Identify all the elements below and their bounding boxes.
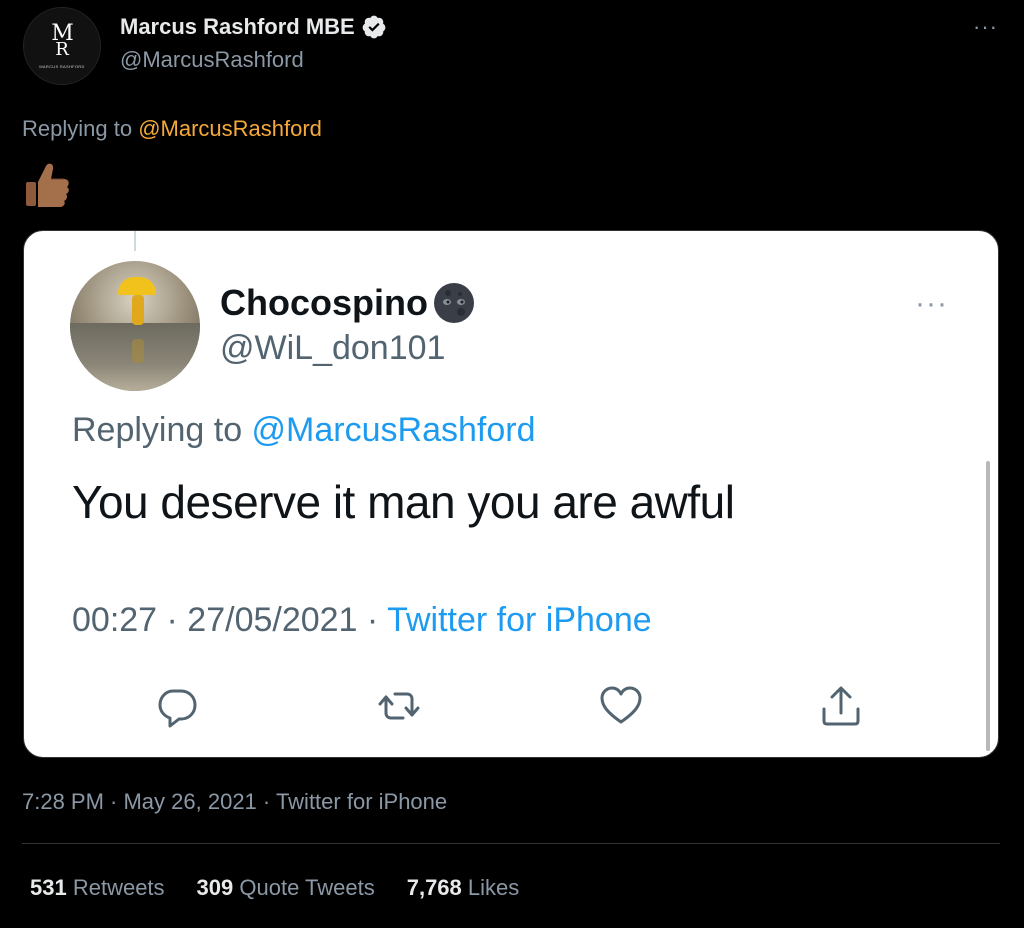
avatar-umbrella <box>118 277 156 295</box>
share-icon <box>822 686 860 726</box>
author-display-name[interactable]: Marcus Rashford MBE <box>120 14 387 40</box>
thumbs-up-emoji-icon <box>26 163 69 207</box>
embedded-source: Twitter for iPhone <box>387 601 652 639</box>
like-icon <box>600 686 642 724</box>
reply-context: Replying to @MarcusRashford <box>22 116 322 142</box>
embedded-tweet-text: You deserve it man you are awful <box>72 476 735 528</box>
quote-tweets-label: Quote Tweets <box>233 875 375 900</box>
quote-tweets-count: 309 <box>196 875 234 900</box>
engagement-stats: 531 Retweets 309 Quote Tweets 7,768 Like… <box>30 875 551 901</box>
reply-mention-link[interactable]: @MarcusRashford <box>138 116 322 141</box>
embedded-name-text: Chocospino <box>220 282 428 323</box>
retweets-count: 531 <box>30 875 67 900</box>
avatar-figure <box>132 295 144 325</box>
embedded-action-bar <box>154 683 874 733</box>
author-avatar[interactable]: M R MARCUS RASHFORD <box>23 7 101 85</box>
likes-count: 7,768 <box>406 875 462 900</box>
retweets-stat[interactable]: 531 Retweets <box>30 875 165 901</box>
quote-tweets-stat[interactable]: 309 Quote Tweets <box>197 875 375 901</box>
retweet-icon <box>378 692 420 720</box>
embedded-time: 00:27 · 27/05/2021 · <box>72 601 388 639</box>
reply-icon <box>158 689 197 728</box>
retweets-label: Retweets <box>66 875 165 900</box>
tweet: M R MARCUS RASHFORD Marcus Rashford MBE … <box>0 0 1024 928</box>
embedded-reply-prefix: Replying to <box>72 411 252 449</box>
embedded-tweet-screenshot: Chocospino @WiL_don101 ··· Replying to @… <box>23 230 999 758</box>
embedded-more-dots-icon: ··· <box>915 287 948 320</box>
tweet-timestamp[interactable]: 7:28 PM · May 26, 2021 · Twitter for iPh… <box>22 789 447 815</box>
divider <box>22 843 1000 844</box>
verified-badge-icon <box>362 15 386 39</box>
embedded-reply-context: Replying to @MarcusRashford <box>72 411 535 450</box>
embedded-avatar <box>70 261 200 391</box>
avatar-logo-r: R <box>55 38 69 60</box>
author-handle[interactable]: @MarcusRashford <box>120 47 304 73</box>
author-name-text: Marcus Rashford MBE <box>120 14 355 39</box>
embedded-reply-mention: @MarcusRashford <box>251 411 536 449</box>
likes-stat[interactable]: 7,768 Likes <box>407 875 520 901</box>
avatar-reflection <box>132 339 144 363</box>
embedded-scrollbar <box>986 461 990 751</box>
embedded-handle: @WiL_don101 <box>220 329 446 367</box>
embedded-display-name: Chocospino <box>220 279 478 327</box>
more-dots-icon[interactable]: ··· <box>973 14 998 40</box>
thread-line <box>134 231 136 251</box>
embedded-meta: 00:27 · 27/05/2021 · Twitter for iPhone <box>72 601 652 640</box>
likes-label: Likes <box>461 875 520 900</box>
avatar-logo-text: MARCUS RASHFORD <box>39 63 85 69</box>
reply-prefix: Replying to <box>22 116 139 141</box>
new-moon-face-emoji-icon <box>433 283 474 323</box>
